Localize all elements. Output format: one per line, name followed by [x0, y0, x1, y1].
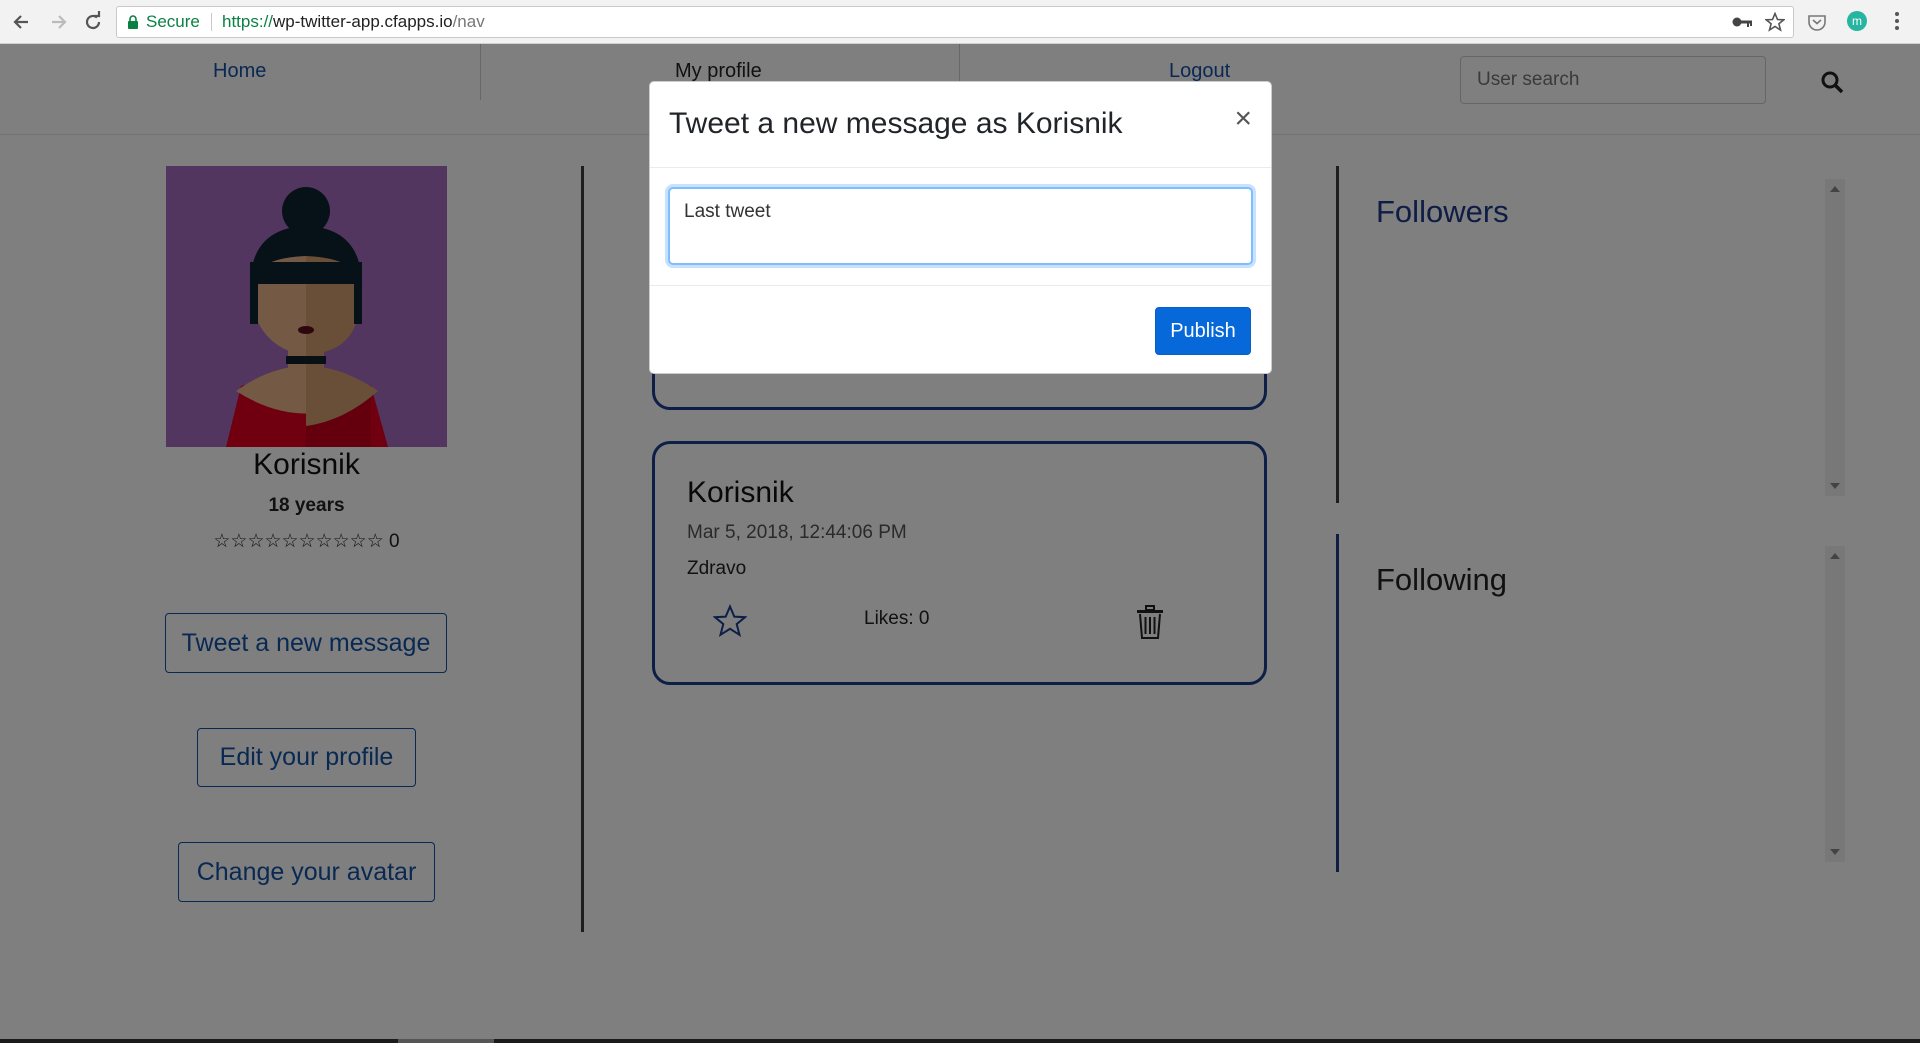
url-path: /nav	[452, 12, 485, 31]
key-icon[interactable]	[1731, 14, 1753, 30]
secure-label: Secure	[146, 12, 200, 31]
forward-arrow-icon[interactable]	[44, 8, 72, 36]
lock-icon	[128, 15, 138, 29]
publish-button[interactable]: Publish	[1155, 307, 1251, 355]
close-icon[interactable]: ×	[1234, 104, 1252, 134]
menu-dots-icon[interactable]	[1886, 10, 1908, 32]
reload-icon[interactable]	[79, 8, 107, 36]
url-text: https://wp-twitter-app.cfapps.io/nav	[222, 7, 485, 37]
address-separator	[211, 13, 212, 31]
modal-header: Tweet a new message as Korisnik ×	[650, 82, 1271, 168]
url-protocol: https://	[222, 12, 274, 31]
tweet-modal: Tweet a new message as Korisnik × Last t…	[649, 81, 1272, 374]
bookmark-star-icon[interactable]	[1765, 12, 1785, 32]
modal-title: Tweet a new message as Korisnik	[669, 107, 1123, 140]
url-host: wp-twitter-app.cfapps.io	[273, 12, 453, 31]
browser-toolbar: Secure https://wp-twitter-app.cfapps.io/…	[0, 0, 1920, 44]
modal-body: Last tweet	[650, 168, 1271, 286]
tweet-textarea[interactable]: Last tweet	[668, 187, 1253, 265]
back-arrow-icon[interactable]	[8, 8, 36, 36]
profile-avatar-icon[interactable]: m	[1846, 10, 1868, 32]
pocket-extension-icon[interactable]	[1806, 10, 1828, 32]
address-bar[interactable]: Secure https://wp-twitter-app.cfapps.io/…	[116, 6, 1794, 38]
bottom-edge-strip	[0, 1039, 1920, 1043]
taskbar-accent	[398, 1039, 494, 1043]
svg-text:m: m	[1852, 14, 1862, 28]
